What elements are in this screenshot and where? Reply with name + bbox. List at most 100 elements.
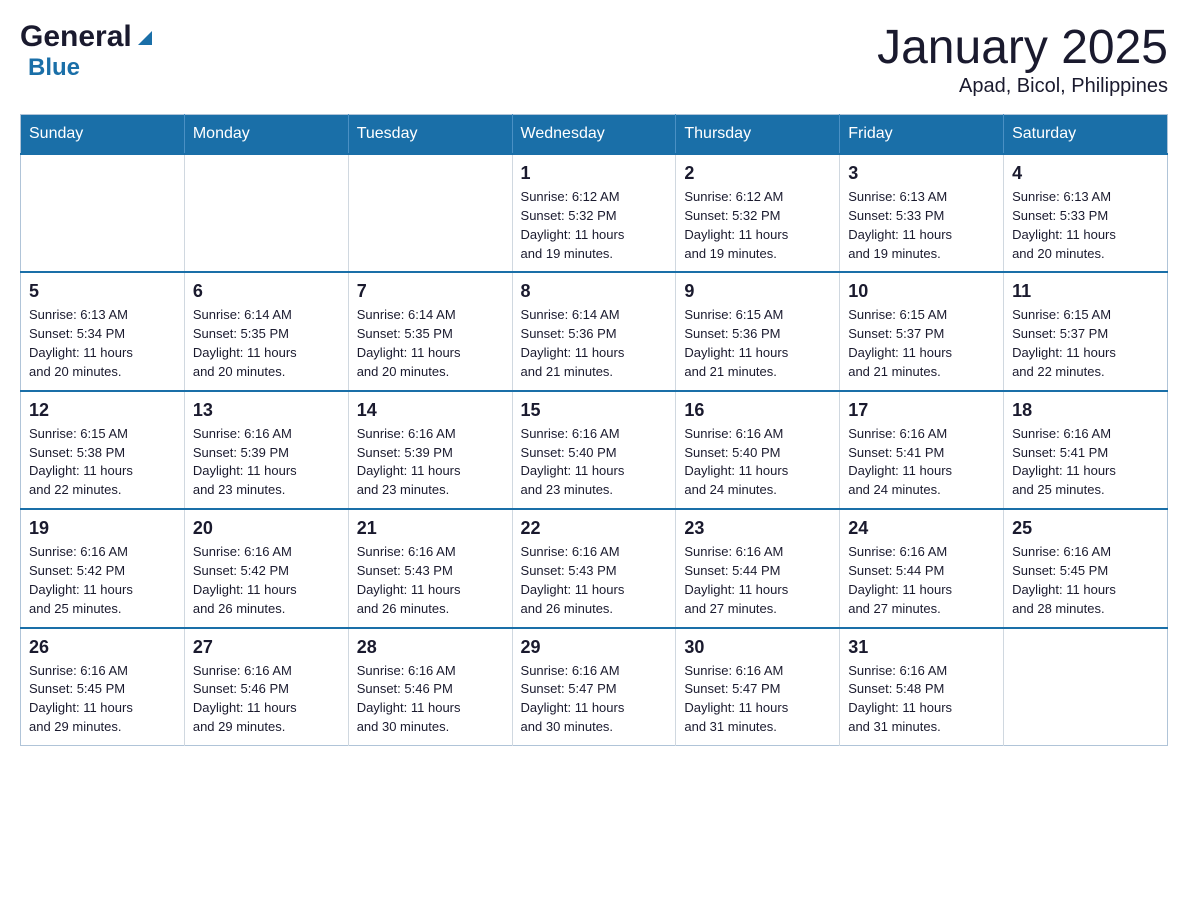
day-number: 23	[684, 518, 831, 539]
calendar-table: SundayMondayTuesdayWednesdayThursdayFrid…	[20, 114, 1168, 746]
day-number: 15	[521, 400, 668, 421]
day-info: Sunrise: 6:14 AMSunset: 5:36 PMDaylight:…	[521, 306, 668, 381]
calendar-cell	[21, 154, 185, 272]
calendar-cell: 15Sunrise: 6:16 AMSunset: 5:40 PMDayligh…	[512, 391, 676, 509]
day-number: 10	[848, 281, 995, 302]
day-info: Sunrise: 6:16 AMSunset: 5:47 PMDaylight:…	[521, 662, 668, 737]
day-number: 13	[193, 400, 340, 421]
day-info: Sunrise: 6:16 AMSunset: 5:43 PMDaylight:…	[521, 543, 668, 618]
calendar-cell: 27 Sunrise: 6:16 AMSunset: 5:46 PMDayligh…	[184, 628, 348, 746]
calendar-cell: 6Sunrise: 6:14 AMSunset: 5:35 PMDaylight…	[184, 272, 348, 390]
weekday-header-thursday: Thursday	[676, 115, 840, 155]
calendar-cell: 8 Sunrise: 6:14 AMSunset: 5:36 PMDaylight…	[512, 272, 676, 390]
calendar-cell: 10 Sunrise: 6:15 AMSunset: 5:37 PMDayligh…	[840, 272, 1004, 390]
day-info: Sunrise: 6:16 AMSunset: 5:45 PMDaylight:…	[1012, 543, 1159, 618]
day-info: Sunrise: 6:16 AMSunset: 5:42 PMDaylight:…	[29, 543, 176, 618]
calendar-cell: 16 Sunrise: 6:16 AMSunset: 5:40 PMDayligh…	[676, 391, 840, 509]
day-info: Sunrise: 6:13 AMSunset: 5:33 PMDaylight:…	[1012, 188, 1159, 263]
weekday-header-wednesday: Wednesday	[512, 115, 676, 155]
day-number: 20	[193, 518, 340, 539]
calendar-cell: 17 Sunrise: 6:16 AMSunset: 5:41 PMDayligh…	[840, 391, 1004, 509]
calendar-cell: 7 Sunrise: 6:14 AMSunset: 5:35 PMDaylight…	[348, 272, 512, 390]
day-number: 11	[1012, 281, 1159, 302]
day-number: 14	[357, 400, 504, 421]
calendar-cell: 24 Sunrise: 6:16 AMSunset: 5:44 PMDayligh…	[840, 509, 1004, 627]
calendar-week-row: 12 Sunrise: 6:15 AMSunset: 5:38 PMDayligh…	[21, 391, 1168, 509]
day-info: Sunrise: 6:14 AMSunset: 5:35 PMDaylight:…	[193, 306, 340, 381]
calendar-cell: 22 Sunrise: 6:16 AMSunset: 5:43 PMDayligh…	[512, 509, 676, 627]
day-info: Sunrise: 6:12 AMSunset: 5:32 PMDaylight:…	[521, 188, 668, 263]
day-info: Sunrise: 6:16 AMSunset: 5:47 PMDaylight:…	[684, 662, 831, 737]
day-number: 7	[357, 281, 504, 302]
calendar-cell: 13 Sunrise: 6:16 AMSunset: 5:39 PMDayligh…	[184, 391, 348, 509]
page-header: General Blue January 2025 Apad, Bicol, P…	[20, 20, 1168, 98]
calendar-cell: 20 Sunrise: 6:16 AMSunset: 5:42 PMDayligh…	[184, 509, 348, 627]
day-info: Sunrise: 6:14 AMSunset: 5:35 PMDaylight:…	[357, 306, 504, 381]
calendar-week-row: 5Sunrise: 6:13 AMSunset: 5:34 PMDaylight…	[21, 272, 1168, 390]
day-number: 17	[848, 400, 995, 421]
day-number: 3	[848, 163, 995, 184]
calendar-cell: 21Sunrise: 6:16 AMSunset: 5:43 PMDayligh…	[348, 509, 512, 627]
calendar-cell: 11 Sunrise: 6:15 AMSunset: 5:37 PMDayligh…	[1004, 272, 1168, 390]
calendar-cell: 9 Sunrise: 6:15 AMSunset: 5:36 PMDaylight…	[676, 272, 840, 390]
day-info: Sunrise: 6:12 AMSunset: 5:32 PMDaylight:…	[684, 188, 831, 263]
day-number: 4	[1012, 163, 1159, 184]
calendar-title: January 2025	[877, 20, 1168, 75]
logo-general-text: General	[20, 20, 132, 54]
calendar-week-row: 19 Sunrise: 6:16 AMSunset: 5:42 PMDayligh…	[21, 509, 1168, 627]
day-info: Sunrise: 6:15 AMSunset: 5:37 PMDaylight:…	[1012, 306, 1159, 381]
calendar-cell: 4 Sunrise: 6:13 AMSunset: 5:33 PMDaylight…	[1004, 154, 1168, 272]
calendar-cell: 29 Sunrise: 6:16 AMSunset: 5:47 PMDayligh…	[512, 628, 676, 746]
day-number: 30	[684, 637, 831, 658]
weekday-header-row: SundayMondayTuesdayWednesdayThursdayFrid…	[21, 115, 1168, 155]
day-info: Sunrise: 6:16 AMSunset: 5:39 PMDaylight:…	[193, 425, 340, 500]
day-number: 28	[357, 637, 504, 658]
day-info: Sunrise: 6:15 AMSunset: 5:38 PMDaylight:…	[29, 425, 176, 500]
day-info: Sunrise: 6:16 AMSunset: 5:44 PMDaylight:…	[848, 543, 995, 618]
calendar-cell: 25Sunrise: 6:16 AMSunset: 5:45 PMDayligh…	[1004, 509, 1168, 627]
day-number: 19	[29, 518, 176, 539]
calendar-cell: 3 Sunrise: 6:13 AMSunset: 5:33 PMDaylight…	[840, 154, 1004, 272]
calendar-cell: 31Sunrise: 6:16 AMSunset: 5:48 PMDayligh…	[840, 628, 1004, 746]
calendar-week-row: 1 Sunrise: 6:12 AMSunset: 5:32 PMDaylight…	[21, 154, 1168, 272]
weekday-header-monday: Monday	[184, 115, 348, 155]
day-info: Sunrise: 6:16 AMSunset: 5:41 PMDaylight:…	[1012, 425, 1159, 500]
day-number: 24	[848, 518, 995, 539]
calendar-cell: 2 Sunrise: 6:12 AMSunset: 5:32 PMDaylight…	[676, 154, 840, 272]
day-number: 29	[521, 637, 668, 658]
day-number: 18	[1012, 400, 1159, 421]
day-number: 1	[521, 163, 668, 184]
day-number: 12	[29, 400, 176, 421]
calendar-cell: 26Sunrise: 6:16 AMSunset: 5:45 PMDayligh…	[21, 628, 185, 746]
day-number: 9	[684, 281, 831, 302]
day-number: 27	[193, 637, 340, 658]
calendar-cell: 1 Sunrise: 6:12 AMSunset: 5:32 PMDaylight…	[512, 154, 676, 272]
day-info: Sunrise: 6:16 AMSunset: 5:39 PMDaylight:…	[357, 425, 504, 500]
day-info: Sunrise: 6:15 AMSunset: 5:36 PMDaylight:…	[684, 306, 831, 381]
day-info: Sunrise: 6:16 AMSunset: 5:41 PMDaylight:…	[848, 425, 995, 500]
day-info: Sunrise: 6:16 AMSunset: 5:46 PMDaylight:…	[357, 662, 504, 737]
day-number: 5	[29, 281, 176, 302]
day-number: 22	[521, 518, 668, 539]
day-number: 16	[684, 400, 831, 421]
weekday-header-sunday: Sunday	[21, 115, 185, 155]
calendar-cell	[184, 154, 348, 272]
day-number: 2	[684, 163, 831, 184]
day-info: Sunrise: 6:16 AMSunset: 5:44 PMDaylight:…	[684, 543, 831, 618]
calendar-cell	[1004, 628, 1168, 746]
calendar-cell: 18 Sunrise: 6:16 AMSunset: 5:41 PMDayligh…	[1004, 391, 1168, 509]
weekday-header-tuesday: Tuesday	[348, 115, 512, 155]
day-info: Sunrise: 6:13 AMSunset: 5:33 PMDaylight:…	[848, 188, 995, 263]
day-number: 8	[521, 281, 668, 302]
day-number: 31	[848, 637, 995, 658]
calendar-body: 1 Sunrise: 6:12 AMSunset: 5:32 PMDaylight…	[21, 154, 1168, 745]
day-info: Sunrise: 6:16 AMSunset: 5:42 PMDaylight:…	[193, 543, 340, 618]
day-info: Sunrise: 6:15 AMSunset: 5:37 PMDaylight:…	[848, 306, 995, 381]
day-info: Sunrise: 6:16 AMSunset: 5:45 PMDaylight:…	[29, 662, 176, 737]
calendar-cell: 28 Sunrise: 6:16 AMSunset: 5:46 PMDayligh…	[348, 628, 512, 746]
day-info: Sunrise: 6:16 AMSunset: 5:40 PMDaylight:…	[684, 425, 831, 500]
calendar-cell: 14 Sunrise: 6:16 AMSunset: 5:39 PMDayligh…	[348, 391, 512, 509]
calendar-cell	[348, 154, 512, 272]
calendar-subtitle: Apad, Bicol, Philippines	[877, 75, 1168, 98]
day-info: Sunrise: 6:16 AMSunset: 5:46 PMDaylight:…	[193, 662, 340, 737]
